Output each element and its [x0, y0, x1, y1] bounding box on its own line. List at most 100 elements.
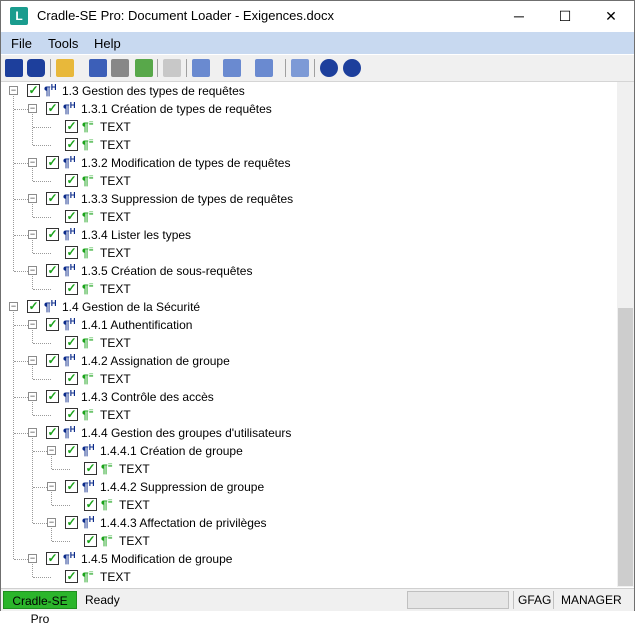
collapse-toggle-icon[interactable]: −: [9, 86, 18, 95]
menu-help[interactable]: Help: [94, 36, 121, 51]
tree-text-row[interactable]: ✓ ¶≡ TEXT: [1, 406, 616, 424]
tree-heading-row[interactable]: − ✓ ¶H 1.3.4 Lister les types: [1, 226, 616, 244]
power-icon[interactable]: [27, 59, 45, 77]
include-checkbox[interactable]: ✓: [46, 102, 59, 115]
collapse-toggle-icon[interactable]: −: [28, 392, 37, 401]
tree-heading-row[interactable]: − ✓ ¶H 1.4.1 Authentification: [1, 316, 616, 334]
include-checkbox[interactable]: ✓: [46, 264, 59, 277]
include-checkbox[interactable]: ✓: [46, 354, 59, 367]
collapse-toggle-icon[interactable]: −: [28, 266, 37, 275]
tree-connector: [33, 253, 51, 254]
tools-icon[interactable]: [111, 59, 129, 77]
collapse-toggle-icon[interactable]: −: [9, 302, 18, 311]
tree-heading-row[interactable]: − ✓ ¶H 1.3.2 Modification de types de requê…: [1, 154, 616, 172]
tree-text-row[interactable]: ✓ ¶≡ TEXT: [1, 244, 616, 262]
tree-heading-row[interactable]: − ✓ ¶H 1.3 Gestion des types de requêtes: [1, 82, 616, 100]
collapse-toggle-icon[interactable]: −: [47, 518, 56, 527]
title-bar[interactable]: L Cradle-SE Pro: Document Loader - Exige…: [1, 1, 634, 31]
export-icon[interactable]: [135, 59, 153, 77]
tree-heading-row[interactable]: − ✓ ¶H 1.4.4.3 Affectation de privilèges: [1, 514, 616, 532]
include-checkbox[interactable]: ✓: [65, 480, 78, 493]
include-checkbox[interactable]: ✓: [84, 534, 97, 547]
include-checkbox[interactable]: ✓: [65, 174, 78, 187]
include-checkbox[interactable]: ✓: [65, 210, 78, 223]
tree-heading-row[interactable]: − ✓ ¶H 1.4.4.2 Suppression de groupe: [1, 478, 616, 496]
tree-text-row[interactable]: ✓ ¶≡ TEXT: [1, 208, 616, 226]
collapse-toggle-icon[interactable]: −: [47, 446, 56, 455]
heading-paragraph-icon: ¶H: [82, 443, 95, 458]
include-checkbox[interactable]: ✓: [84, 498, 97, 511]
panel-icon[interactable]: [291, 59, 309, 77]
include-checkbox[interactable]: ✓: [65, 336, 78, 349]
include-checkbox[interactable]: ✓: [84, 462, 97, 475]
info-icon[interactable]: [343, 59, 361, 77]
collapse-toggle-icon[interactable]: −: [47, 482, 56, 491]
tree-text-row[interactable]: ✓ ¶≡ TEXT: [1, 136, 616, 154]
scrollbar-thumb[interactable]: [618, 308, 633, 586]
collapse-toggle-icon[interactable]: −: [28, 554, 37, 563]
collapse-toggle-icon[interactable]: −: [28, 158, 37, 167]
tree-text-row[interactable]: ✓ ¶≡ TEXT: [1, 532, 616, 550]
include-checkbox[interactable]: ✓: [65, 516, 78, 529]
tree-heading-row[interactable]: − ✓ ¶H 1.4.5 Modification de groupe: [1, 550, 616, 568]
include-checkbox[interactable]: ✓: [65, 138, 78, 151]
include-checkbox[interactable]: ✓: [46, 156, 59, 169]
heading-paragraph-icon: ¶H: [63, 317, 76, 332]
open-folder-icon[interactable]: [56, 59, 74, 77]
include-checkbox[interactable]: ✓: [46, 318, 59, 331]
tree-expand-icon[interactable]: [192, 59, 210, 77]
pin-icon[interactable]: [5, 59, 23, 77]
tree-heading-row[interactable]: − ✓ ¶H 1.4.3 Contrôle des accès: [1, 388, 616, 406]
tree-level-icon[interactable]: [255, 59, 273, 77]
maximize-button[interactable]: ☐: [542, 1, 588, 31]
include-checkbox[interactable]: ✓: [65, 282, 78, 295]
include-checkbox[interactable]: ✓: [46, 228, 59, 241]
tree-text-row[interactable]: ✓ ¶≡ TEXT: [1, 118, 616, 136]
tree-heading-row[interactable]: − ✓ ¶H 1.3.1 Création de types de requêtes: [1, 100, 616, 118]
vertical-scrollbar[interactable]: [617, 82, 634, 587]
include-checkbox[interactable]: ✓: [65, 570, 78, 583]
stop-icon[interactable]: [163, 59, 181, 77]
collapse-toggle-icon[interactable]: −: [28, 194, 37, 203]
tree-text-row[interactable]: ✓ ¶≡ TEXT: [1, 370, 616, 388]
include-checkbox[interactable]: ✓: [46, 192, 59, 205]
close-button[interactable]: ✕: [588, 1, 634, 31]
tree-text-row[interactable]: ✓ ¶≡ TEXT: [1, 568, 616, 586]
include-checkbox[interactable]: ✓: [46, 552, 59, 565]
tree-text-row[interactable]: ✓ ¶≡ TEXT: [1, 460, 616, 478]
tree-item-label: 1.3.1 Création de types de requêtes: [81, 102, 272, 116]
collapse-toggle-icon[interactable]: −: [28, 356, 37, 365]
include-checkbox[interactable]: ✓: [65, 408, 78, 421]
include-checkbox[interactable]: ✓: [27, 84, 40, 97]
collapse-toggle-icon[interactable]: −: [28, 428, 37, 437]
tree-text-row[interactable]: ✓ ¶≡ TEXT: [1, 172, 616, 190]
include-checkbox[interactable]: ✓: [46, 426, 59, 439]
tree-heading-row[interactable]: − ✓ ¶H 1.3.3 Suppression de types de requêt…: [1, 190, 616, 208]
include-checkbox[interactable]: ✓: [65, 246, 78, 259]
tree-text-row[interactable]: ✓ ¶≡ TEXT: [1, 280, 616, 298]
include-checkbox[interactable]: ✓: [27, 300, 40, 313]
document-tree[interactable]: − ✓ ¶H 1.3 Gestion des types de requêtes − ✓ ¶…: [1, 82, 616, 587]
tree-item-label: 1.4 Gestion de la Sécurité: [62, 300, 201, 314]
include-checkbox[interactable]: ✓: [46, 390, 59, 403]
collapse-toggle-icon[interactable]: −: [28, 230, 37, 239]
tree-heading-row[interactable]: − ✓ ¶H 1.4.4.1 Création de groupe: [1, 442, 616, 460]
menu-tools[interactable]: Tools: [48, 36, 78, 51]
collapse-toggle-icon[interactable]: −: [28, 104, 37, 113]
include-checkbox[interactable]: ✓: [65, 372, 78, 385]
collapse-toggle-icon[interactable]: −: [28, 320, 37, 329]
tree-heading-row[interactable]: − ✓ ¶H 1.3.5 Création de sous-requêtes: [1, 262, 616, 280]
minimize-button[interactable]: ─: [496, 1, 542, 31]
help-icon[interactable]: [320, 59, 338, 77]
menu-file[interactable]: File: [11, 36, 32, 51]
tree-heading-row[interactable]: − ✓ ¶H 1.4 Gestion de la Sécurité: [1, 298, 616, 316]
text-paragraph-icon: ¶≡: [101, 461, 113, 476]
include-checkbox[interactable]: ✓: [65, 444, 78, 457]
tree-collapse-icon[interactable]: [223, 59, 241, 77]
tree-heading-row[interactable]: − ✓ ¶H 1.4.2 Assignation de groupe: [1, 352, 616, 370]
save-icon[interactable]: [89, 59, 107, 77]
tree-text-row[interactable]: ✓ ¶≡ TEXT: [1, 496, 616, 514]
tree-text-row[interactable]: ✓ ¶≡ TEXT: [1, 334, 616, 352]
include-checkbox[interactable]: ✓: [65, 120, 78, 133]
tree-heading-row[interactable]: − ✓ ¶H 1.4.4 Gestion des groupes d'utilisat…: [1, 424, 616, 442]
